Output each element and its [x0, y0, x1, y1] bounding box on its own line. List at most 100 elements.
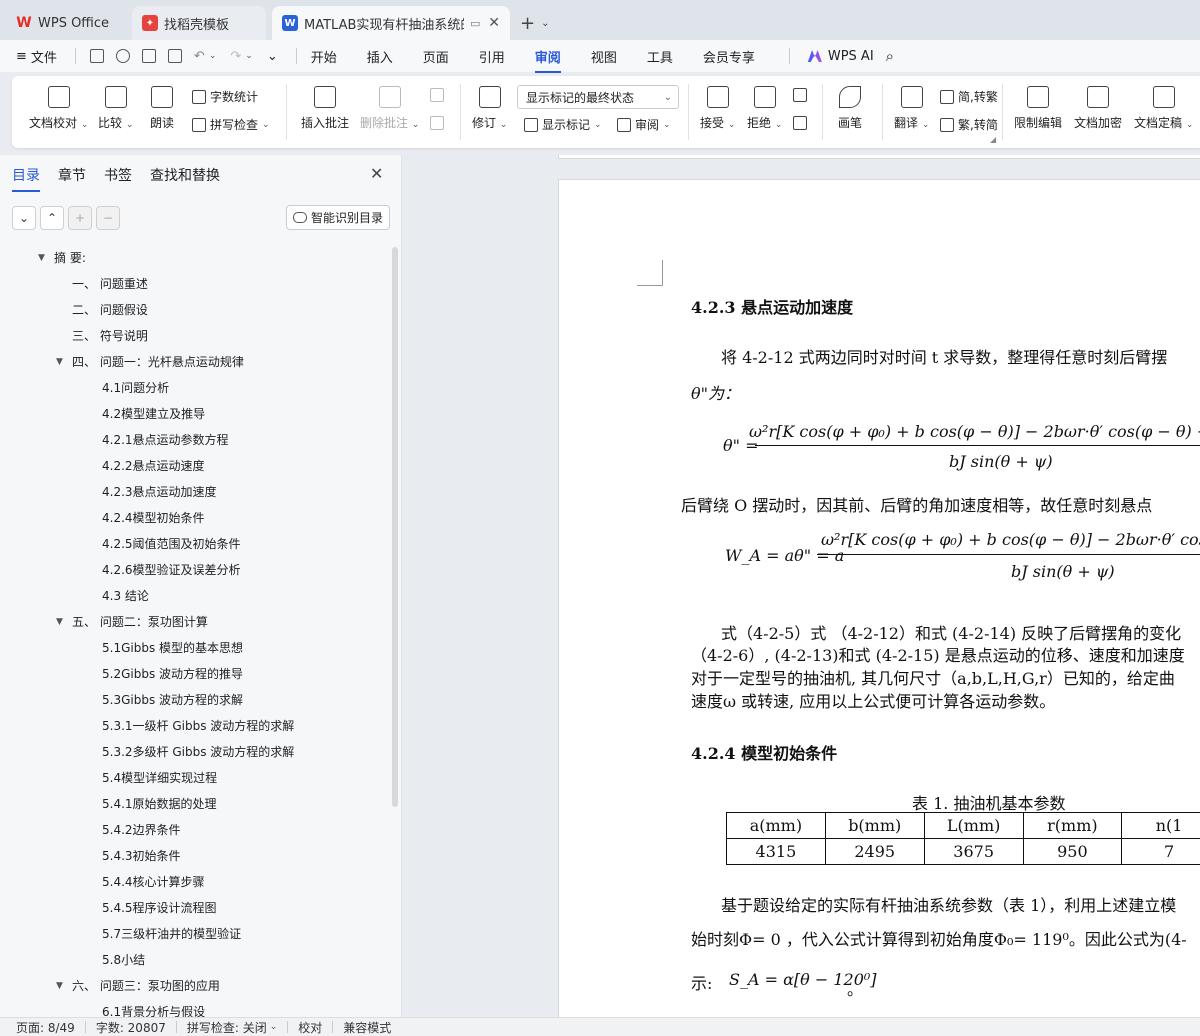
- proofread-button[interactable]: 文档校对 ⌄: [29, 86, 88, 131]
- trad-to-simp-button[interactable]: 繁,转简: [940, 116, 998, 133]
- tab-document[interactable]: W MATLAB实现有杆抽油系统的泵 ▭ ✕: [272, 6, 510, 40]
- search-icon[interactable]: ⌕: [886, 47, 894, 65]
- simp-to-trad-button[interactable]: 简,转繁: [940, 88, 998, 105]
- toc-item[interactable]: 4.1问题分析: [102, 379, 169, 396]
- document-canvas[interactable]: 4.2.3 悬点运动加速度 将 4-2-12 式两边同时对时间 t 求导数，整理…: [403, 155, 1200, 1017]
- menu-start[interactable]: 开始: [311, 47, 337, 66]
- file-menu[interactable]: ≡ 文件: [16, 47, 57, 66]
- menu-insert[interactable]: 插入: [367, 47, 393, 66]
- collapse-all-button[interactable]: ⌃: [40, 206, 64, 230]
- insert-comment-button[interactable]: 插入批注: [301, 86, 349, 131]
- next-change-icon[interactable]: [793, 116, 807, 130]
- toc-item[interactable]: 5.3Gibbs 波动方程的求解: [102, 691, 243, 708]
- print-preview-icon[interactable]: [167, 49, 182, 63]
- toc-item[interactable]: 5.3.1一级杆 Gibbs 波动方程的求解: [102, 717, 294, 734]
- nav-tab-sections[interactable]: 章节: [58, 165, 86, 185]
- toc-item[interactable]: 5.1Gibbs 模型的基本思想: [102, 639, 243, 656]
- toc-item[interactable]: 5.4.2边界条件: [102, 821, 181, 838]
- next-comment-icon[interactable]: [430, 116, 444, 130]
- remove-heading-button[interactable]: −: [96, 206, 120, 230]
- save-icon[interactable]: [89, 49, 104, 63]
- undo-icon[interactable]: ↶ ⌄: [194, 49, 216, 64]
- toc-item[interactable]: ▼ 摘 要:: [38, 249, 86, 266]
- expand-all-button[interactable]: ⌄: [12, 206, 36, 230]
- share-icon[interactable]: [115, 49, 130, 63]
- toc-item[interactable]: 4.2.6模型验证及误差分析: [102, 561, 241, 578]
- menu-page[interactable]: 页面: [423, 47, 449, 66]
- smart-toc-button[interactable]: 智能识别目录: [286, 205, 390, 230]
- toc-item[interactable]: 6.1背景分析与假设: [102, 1003, 205, 1017]
- track-changes-button[interactable]: 修订 ⌄: [472, 86, 507, 131]
- toc-item[interactable]: 5.4.5程序设计流程图: [102, 899, 217, 916]
- toc-item[interactable]: 5.8小结: [102, 951, 145, 968]
- spell-check-indicator[interactable]: 拼写检查: 关闭 ⌄: [187, 1019, 277, 1036]
- toc-item[interactable]: 5.7三级杆油井的模型验证: [102, 925, 241, 942]
- restrict-edit-button[interactable]: 限制编辑: [1014, 86, 1062, 131]
- toc-item[interactable]: 4.2.4模型初始条件: [102, 509, 205, 526]
- menu-references[interactable]: 引用: [479, 47, 505, 66]
- nav-tab-bookmarks[interactable]: 书签: [104, 165, 132, 185]
- toc-item[interactable]: 4.2.3悬点运动加速度: [102, 483, 217, 500]
- expand-arrow-icon[interactable]: ▼: [56, 357, 72, 367]
- redo-icon[interactable]: ↷ ⌄: [230, 49, 252, 64]
- menu-view[interactable]: 视图: [591, 47, 617, 66]
- nav-tab-toc[interactable]: 目录: [12, 165, 40, 192]
- toc-item[interactable]: 4.2.5阈值范围及初始条件: [102, 535, 241, 552]
- reject-button[interactable]: 拒绝 ⌄: [747, 86, 782, 131]
- show-markup-button[interactable]: 显示标记 ⌄: [524, 116, 602, 133]
- encrypt-button[interactable]: 文档加密: [1074, 86, 1122, 131]
- word-count-button[interactable]: 字数统计: [192, 88, 258, 105]
- expand-arrow-icon[interactable]: ▼: [38, 253, 54, 263]
- toc-item[interactable]: 一、 问题重述: [72, 275, 148, 292]
- previous-change-icon[interactable]: [793, 88, 807, 102]
- document-page[interactable]: 4.2.3 悬点运动加速度 将 4-2-12 式两边同时对时间 t 求导数，整理…: [558, 179, 1200, 1017]
- toc-item[interactable]: 4.2模型建立及推导: [102, 405, 205, 422]
- toc-item[interactable]: 5.2Gibbs 波动方程的推导: [102, 665, 243, 682]
- toc-item[interactable]: 4.2.2悬点运动速度: [102, 457, 205, 474]
- menu-review[interactable]: 审阅: [534, 47, 561, 73]
- close-tab-icon[interactable]: ✕: [488, 15, 500, 31]
- toc-item[interactable]: 5.4模型详细实现过程: [102, 769, 217, 786]
- prev-comment-icon[interactable]: [430, 88, 444, 102]
- review-pane-button[interactable]: 审阅 ⌄: [617, 116, 671, 133]
- monitor-icon[interactable]: ▭: [470, 17, 480, 30]
- tab-template[interactable]: ✦ 找稻壳模板: [132, 6, 266, 40]
- expand-arrow-icon[interactable]: ▼: [56, 981, 72, 991]
- accept-button[interactable]: 接受 ⌄: [700, 86, 735, 131]
- menu-member[interactable]: 会员专享: [703, 47, 755, 66]
- read-aloud-button[interactable]: 朗读: [150, 86, 174, 131]
- compare-button[interactable]: 比较 ⌄: [98, 86, 133, 131]
- toc-item[interactable]: ▼ 五、 问题二：泵功图计算: [56, 613, 208, 630]
- markup-state-select[interactable]: 显示标记的最终状态 ⌄: [517, 85, 679, 109]
- tab-wps-office[interactable]: W WPS Office: [6, 6, 126, 40]
- toc-item[interactable]: 二、 问题假设: [72, 301, 148, 318]
- more-chevron-icon[interactable]: ⌄: [267, 49, 278, 64]
- toc-item[interactable]: ▼ 四、 问题一：光杆悬点运动规律: [56, 353, 244, 370]
- toc-item[interactable]: 5.3.2多级杆 Gibbs 波动方程的求解: [102, 743, 294, 760]
- word-count-indicator[interactable]: 字数: 20807: [96, 1019, 166, 1036]
- dialog-launcher-icon[interactable]: ◢: [990, 135, 996, 144]
- toc-item[interactable]: 三、 符号说明: [72, 327, 148, 344]
- close-pane-icon[interactable]: ✕: [370, 164, 383, 183]
- expand-arrow-icon[interactable]: ▼: [56, 617, 72, 627]
- toc-item[interactable]: 4.3 结论: [102, 587, 149, 604]
- toc-item[interactable]: ▼ 六、 问题三：泵功图的应用: [56, 977, 220, 994]
- toc-item[interactable]: 5.4.1原始数据的处理: [102, 795, 217, 812]
- delete-comment-button[interactable]: 删除批注 ⌄: [360, 86, 419, 131]
- wps-ai-button[interactable]: WPS AI: [807, 49, 874, 64]
- pen-button[interactable]: 画笔: [838, 86, 862, 131]
- toc-scrollbar[interactable]: [392, 247, 398, 807]
- nav-tab-find-replace[interactable]: 查找和替换: [150, 165, 220, 185]
- new-tab-button[interactable]: + ⌄: [520, 6, 549, 40]
- spell-check-button[interactable]: 拼写检查 ⌄: [192, 116, 270, 133]
- finalize-button[interactable]: 文档定稿 ⌄: [1134, 86, 1193, 131]
- menu-tools[interactable]: 工具: [647, 47, 673, 66]
- translate-button[interactable]: 翻译 ⌄: [894, 86, 929, 131]
- proofread-indicator[interactable]: 校对: [298, 1019, 322, 1036]
- chevron-down-icon[interactable]: ⌄: [541, 18, 549, 29]
- page-indicator[interactable]: 页面: 8/49: [16, 1019, 75, 1036]
- toc-item[interactable]: 4.2.1悬点运动参数方程: [102, 431, 229, 448]
- print-icon[interactable]: [141, 49, 156, 63]
- add-heading-button[interactable]: +: [68, 206, 92, 230]
- toc-item[interactable]: 5.4.4核心计算步骤: [102, 873, 205, 890]
